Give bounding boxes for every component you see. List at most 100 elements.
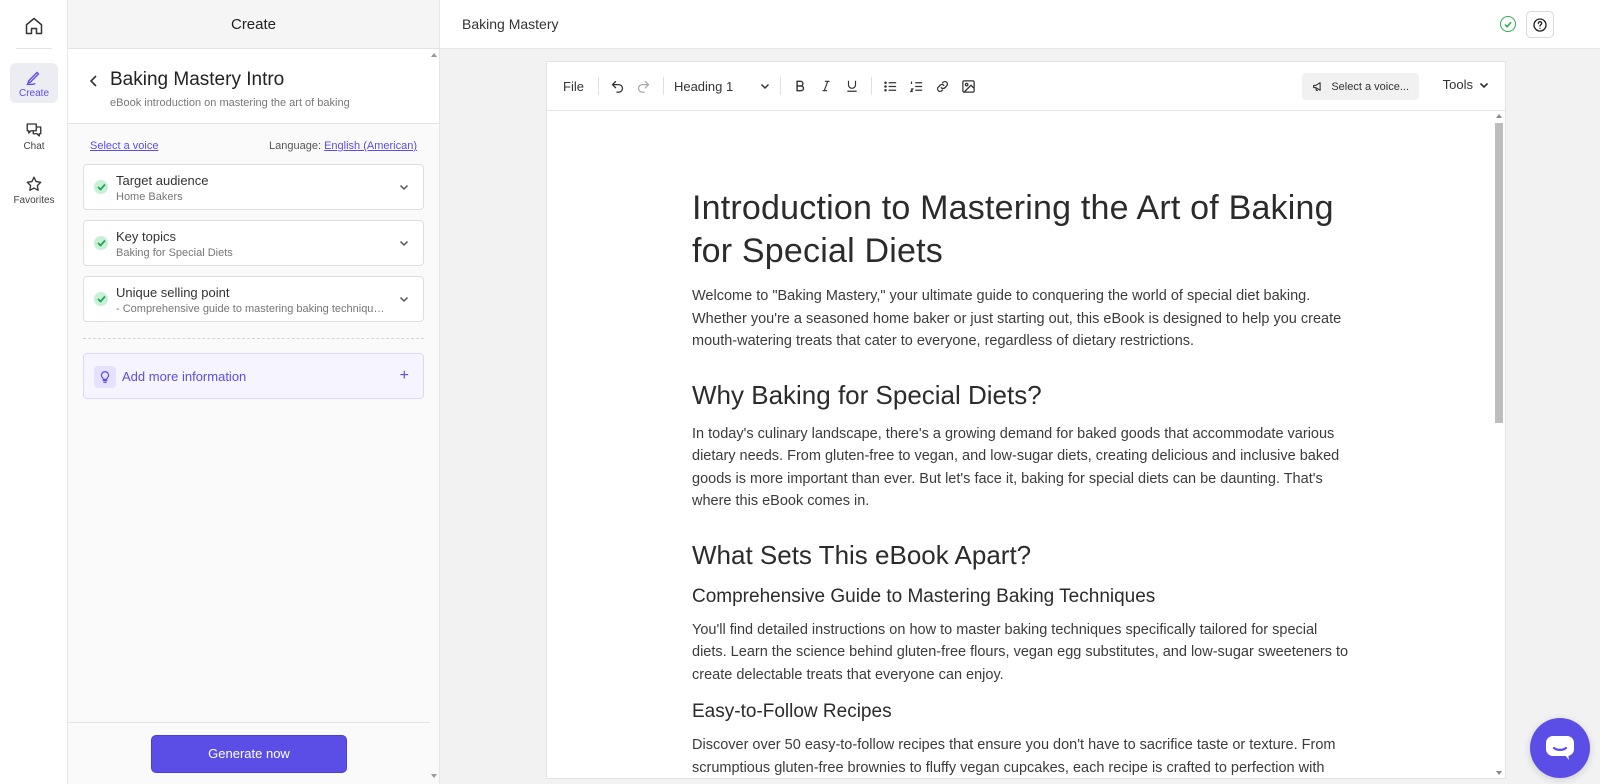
field-value: Baking for Special Diets	[116, 247, 233, 259]
top-bar: Baking Mastery	[440, 0, 1600, 49]
scroll-down-icon	[1496, 771, 1502, 775]
undo-icon	[612, 80, 624, 93]
document-heading: Introduction to Mastering the Art of Bak…	[692, 189, 1334, 270]
left-rail: Create Chat Favorites	[0, 0, 68, 784]
field-label: Target audience	[116, 173, 209, 188]
saved-status-icon	[1500, 16, 1516, 32]
help-button[interactable]	[1526, 11, 1554, 38]
editor-toolbar: File Heading 1 Select a voice... Tools	[547, 62, 1505, 111]
image-icon	[962, 79, 976, 93]
paragraph: Discover over 50 easy-to-follow recipes …	[692, 737, 1336, 775]
check-icon	[94, 180, 108, 194]
document-name: Baking Mastery	[462, 16, 559, 32]
field-unique-selling-point[interactable]: Unique selling point - Comprehensive gui…	[83, 276, 424, 322]
chevron-down-icon	[399, 296, 409, 303]
numbered-list-button[interactable]	[904, 73, 930, 99]
toolbar-divider	[870, 77, 872, 95]
language-link[interactable]: English (American)	[324, 140, 417, 152]
chevron-down-icon	[399, 240, 409, 247]
document-editor: File Heading 1 Select a voice... Tools I…	[546, 61, 1506, 779]
select-voice-link[interactable]: Select a voice	[90, 140, 158, 152]
heading-select[interactable]: Heading 1	[670, 79, 774, 94]
check-icon	[94, 292, 108, 306]
home-button[interactable]	[20, 12, 48, 40]
language-label: Language:	[269, 140, 322, 152]
rail-item-label: Favorites	[13, 194, 55, 206]
create-panel: Create Baking Mastery Intro eBook introd…	[68, 0, 440, 784]
file-menu[interactable]: File	[563, 79, 584, 94]
document-header: Baking Mastery Intro eBook introduction …	[68, 49, 439, 124]
toolbar-divider	[597, 77, 599, 95]
plus-icon: +	[399, 367, 409, 384]
bold-icon	[796, 80, 805, 92]
section-divider	[83, 338, 424, 339]
redo-icon	[638, 80, 650, 93]
rail-item-label: Chat	[23, 140, 45, 152]
scroll-up-icon	[431, 53, 437, 57]
image-button[interactable]	[956, 73, 982, 99]
field-label: Unique selling point	[116, 285, 230, 300]
heading-select-value: Heading 1	[673, 78, 734, 94]
document-title: Baking Mastery Intro	[110, 69, 285, 90]
field-value: - Comprehensive guide to mastering bakin…	[116, 303, 387, 315]
underline-button[interactable]	[839, 73, 865, 99]
editor-scrollbar[interactable]	[1493, 111, 1505, 778]
check-icon	[94, 236, 108, 250]
toolbar-divider	[779, 77, 781, 95]
home-icon	[25, 17, 43, 35]
section-heading: What Sets This eBook Apart?	[692, 539, 1032, 570]
link-button[interactable]	[930, 73, 956, 99]
scroll-up-icon	[1496, 114, 1502, 118]
panel-scrollbar[interactable]	[429, 49, 439, 784]
subsection-heading: Comprehensive Guide to Mastering Baking …	[692, 585, 1156, 607]
rail-item-label: Create	[18, 87, 49, 99]
add-more-information-button[interactable]: Add more information +	[83, 353, 424, 399]
chevron-left-icon	[89, 75, 97, 87]
chevron-down-icon	[1479, 82, 1489, 88]
document-content[interactable]: Introduction to Mastering the Art of Bak…	[692, 187, 1352, 775]
tools-label: Tools	[1442, 77, 1473, 92]
italic-icon	[822, 80, 830, 92]
numbered-list-icon	[910, 81, 923, 92]
paragraph: In today's culinary landscape, there's a…	[692, 425, 1340, 510]
pen-icon	[26, 71, 40, 85]
bullet-list-icon	[884, 81, 897, 91]
rail-item-chat[interactable]: Chat	[10, 116, 58, 156]
chat-bubble-icon	[1546, 736, 1574, 760]
language-setting: Language: English (American)	[269, 140, 417, 152]
tools-menu[interactable]: Tools	[1443, 77, 1489, 92]
generate-now-button[interactable]: Generate now	[151, 734, 347, 773]
rail-item-create[interactable]: Create	[10, 63, 58, 103]
field-key-topics[interactable]: Key topics Baking for Special Diets	[83, 220, 424, 266]
document-subtitle: eBook introduction on mastering the art …	[110, 97, 350, 109]
italic-button[interactable]	[813, 73, 839, 99]
select-voice-button[interactable]: Select a voice...	[1302, 73, 1419, 100]
section-heading: Why Baking for Special Diets?	[692, 379, 1042, 410]
rail-item-favorites[interactable]: Favorites	[10, 170, 58, 210]
field-value: Home Bakers	[116, 191, 183, 203]
chat-support-button[interactable]	[1530, 718, 1590, 778]
field-label: Key topics	[116, 229, 176, 244]
underline-icon	[847, 80, 857, 92]
select-voice-label: Select a voice...	[1331, 80, 1409, 93]
add-more-label: Add more information	[122, 368, 247, 384]
chevron-down-icon	[760, 83, 769, 90]
lightbulb-icon	[94, 366, 116, 388]
panel-header: Create	[68, 0, 439, 49]
chat-icon	[26, 122, 42, 137]
help-icon	[1533, 17, 1547, 32]
redo-button[interactable]	[631, 73, 657, 99]
back-button[interactable]	[86, 73, 102, 89]
chevron-down-icon	[399, 184, 409, 191]
megaphone-icon	[1313, 82, 1322, 91]
rail-divider	[16, 48, 52, 49]
undo-button[interactable]	[605, 73, 631, 99]
link-icon	[937, 80, 949, 92]
field-target-audience[interactable]: Target audience Home Bakers	[83, 164, 424, 210]
toolbar-divider	[662, 77, 664, 95]
voice-language-row: Select a voice Language: English (Americ…	[68, 124, 439, 152]
bold-button[interactable]	[787, 73, 813, 99]
bullet-list-button[interactable]	[878, 73, 904, 99]
scrollbar-thumb[interactable]	[1495, 123, 1503, 423]
subsection-heading: Easy-to-Follow Recipes	[692, 701, 892, 722]
